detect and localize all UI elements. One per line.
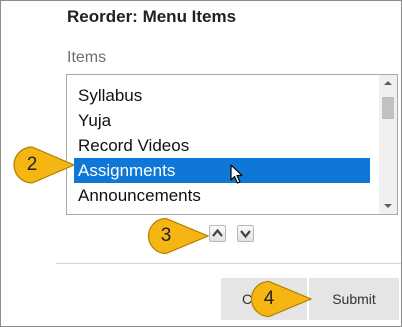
mouse-pointer-icon xyxy=(230,164,243,184)
move-down-button[interactable] xyxy=(237,225,254,242)
reorder-dialog: Reorder: Menu Items Items Syllabus Yuja … xyxy=(0,0,402,327)
callout-number: 2 xyxy=(26,154,38,175)
callout-badge: 2 xyxy=(12,145,76,185)
scroll-down-icon[interactable] xyxy=(379,197,397,214)
listbox-scrollbar[interactable] xyxy=(379,75,397,214)
callout-badge: 3 xyxy=(147,217,209,255)
callout-number: 4 xyxy=(263,288,275,309)
list-item[interactable]: Syllabus xyxy=(74,83,370,108)
callout-badge: 4 xyxy=(250,280,312,318)
chevron-up-icon xyxy=(212,228,223,237)
list-item-partial[interactable] xyxy=(74,208,370,214)
chevron-down-icon xyxy=(240,230,251,239)
divider xyxy=(56,263,401,264)
list-item-selected[interactable]: Assignments xyxy=(74,158,370,183)
list-item[interactable]: Yuja xyxy=(74,108,370,133)
callout-number: 3 xyxy=(160,225,172,246)
scroll-up-icon[interactable] xyxy=(379,75,397,92)
dialog-title: Reorder: Menu Items xyxy=(67,7,237,26)
items-label: Items xyxy=(67,49,107,66)
list-item[interactable]: Record Videos xyxy=(74,133,370,158)
submit-button-label: Submit xyxy=(332,291,376,307)
submit-button[interactable]: Submit xyxy=(309,278,399,320)
move-up-button[interactable] xyxy=(209,225,226,242)
scroll-thumb[interactable] xyxy=(382,97,394,119)
list-item[interactable]: Announcements xyxy=(74,183,370,208)
menu-items-listbox[interactable]: Syllabus Yuja Record Videos Assignments … xyxy=(66,74,398,215)
